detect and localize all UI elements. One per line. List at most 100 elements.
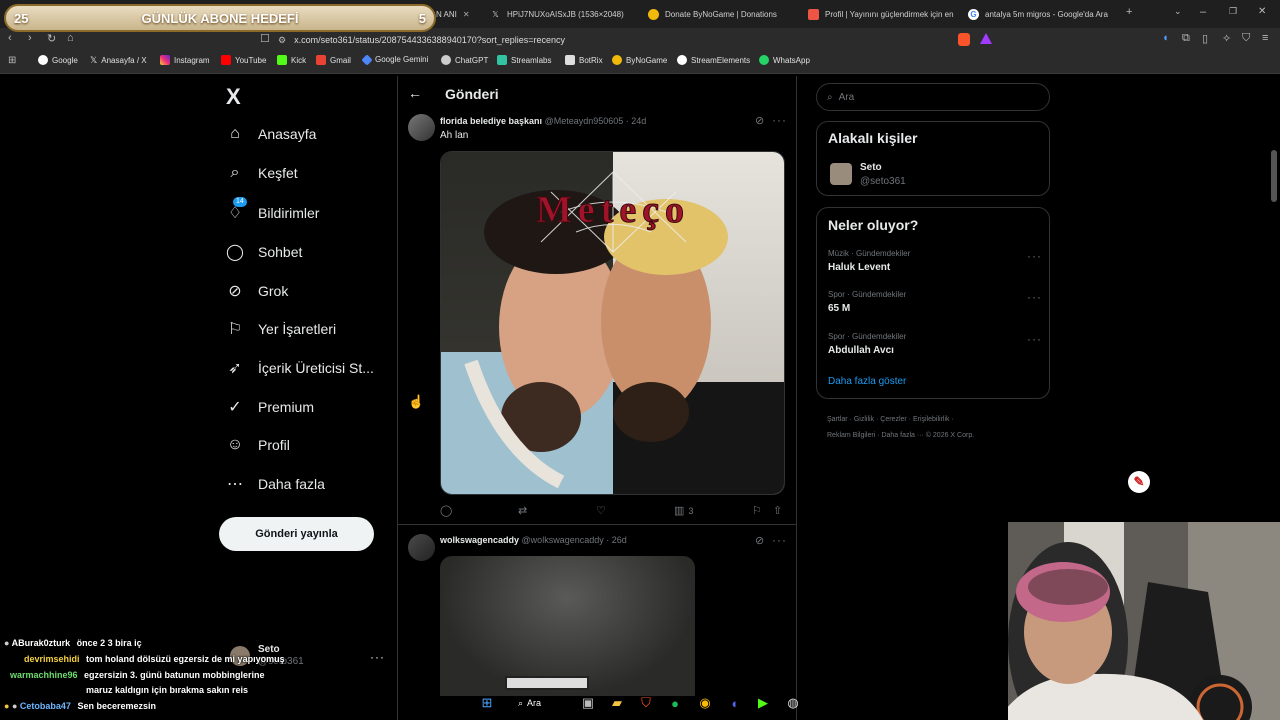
taskbar-search[interactable]: ⌕ Ara xyxy=(518,694,541,712)
sidebar-item-home[interactable]: ⌂ Anasayfa xyxy=(226,125,316,143)
bookmark-botrix[interactable]: BotRix xyxy=(565,55,603,65)
show-more-link[interactable]: Daha fazla göster xyxy=(828,376,906,387)
sidebar-item-profile[interactable]: ☺ Profil xyxy=(226,436,290,454)
chrome-icon[interactable]: ◉ xyxy=(696,694,714,712)
post-author[interactable]: wolkswagencaddy xyxy=(440,535,519,545)
avatar[interactable] xyxy=(408,114,435,141)
bookmark-kick[interactable]: Kick xyxy=(277,55,306,65)
extensions-icon[interactable]: ⧉ xyxy=(1182,32,1190,45)
post-more-icon[interactable]: ··· xyxy=(772,113,787,127)
brave-shield-icon[interactable] xyxy=(958,33,970,46)
bookmark-streamlabs[interactable]: Streamlabs xyxy=(497,55,551,65)
windows-start-icon[interactable]: ⊞ xyxy=(478,694,496,712)
sidebar-item-creator-studio[interactable]: ➶ İçerik Üreticisi St... xyxy=(226,358,374,378)
sidebar-item-explore[interactable]: ⌕ Keşfet xyxy=(226,164,298,182)
forward-icon[interactable]: › xyxy=(28,32,32,44)
new-tab-icon[interactable]: + xyxy=(1126,6,1132,18)
site-info-icon[interactable]: ⚙ xyxy=(278,35,286,46)
tab-active[interactable]: N ANI ✕ xyxy=(436,4,476,24)
share-button[interactable]: ⇧ xyxy=(773,504,782,517)
vpn-icon[interactable]: ⛉ xyxy=(1242,32,1250,45)
apps-grid-icon[interactable]: ⊞ xyxy=(8,55,16,66)
spotify-icon[interactable]: ● xyxy=(666,694,684,712)
trend-item[interactable]: Müzik · Gündemdekiler Haluk Levent xyxy=(828,249,910,273)
bookmark-x[interactable]: 𝕏 Anasayfa / X xyxy=(90,55,147,66)
kick-app-icon[interactable]: ▶ xyxy=(754,694,772,712)
leo-icon[interactable]: ◖ xyxy=(1162,32,1169,44)
post-more-icon[interactable]: ··· xyxy=(772,533,787,547)
trend-item[interactable]: Spor · Gündemdekiler Abdullah Avcı xyxy=(828,332,906,356)
close-icon[interactable]: ✕ xyxy=(463,10,470,19)
grok-explain-icon[interactable]: ⊘ xyxy=(755,534,764,547)
task-view-icon[interactable]: ▣ xyxy=(579,694,597,712)
brave-rewards-icon[interactable] xyxy=(980,33,992,44)
footer-line[interactable]: Şartlar · Gizlilik · Çerezler · Erişileb… xyxy=(827,412,974,428)
account-more-icon[interactable]: ··· xyxy=(370,650,385,664)
like-button[interactable]: ♡ xyxy=(596,504,606,517)
trend-more-icon[interactable]: ··· xyxy=(1027,249,1042,263)
repost-button[interactable]: ⇄ xyxy=(518,504,527,517)
reload-icon[interactable]: ↻ xyxy=(47,32,56,45)
trend-more-icon[interactable]: ··· xyxy=(1027,332,1042,346)
sidebar-item-chat[interactable]: ◯ Sohbet xyxy=(226,242,302,262)
search-input[interactable]: ⌕ Ara xyxy=(816,83,1050,111)
post-button[interactable]: Gönderi yayınla xyxy=(219,517,374,551)
bookmark-gmail[interactable]: Gmail xyxy=(316,55,351,65)
window-close-icon[interactable]: ✕ xyxy=(1258,6,1266,17)
bookmark-streamelements[interactable]: StreamElements xyxy=(677,55,750,65)
discord-icon[interactable]: ◖ xyxy=(725,694,743,712)
tab-profile[interactable]: Profil | Yayınını güçlendirmek için en xyxy=(808,4,956,24)
bookmark-label: BotRix xyxy=(579,55,603,65)
back-icon[interactable]: ‹ xyxy=(8,32,12,44)
sidebar-toggle-icon[interactable]: ▯ xyxy=(1202,32,1208,45)
footer-line[interactable]: Reklam Bilgileri · Daha fazla ··· © 2026… xyxy=(827,428,974,444)
bookmark-google[interactable]: Google xyxy=(38,55,78,65)
post-handle[interactable]: @wolkswagencaddy xyxy=(522,535,604,545)
related-name[interactable]: Seto xyxy=(860,162,882,173)
menu-icon[interactable]: ≡ xyxy=(1262,32,1268,44)
maximize-icon[interactable]: ❐ xyxy=(1229,6,1237,17)
bookmark-bynogame[interactable]: ByNoGame xyxy=(612,55,667,65)
post-author[interactable]: florida belediye başkanı xyxy=(440,116,542,126)
post-time[interactable]: 24d xyxy=(631,116,646,126)
page-scrollbar[interactable] xyxy=(1271,150,1277,202)
tab-google[interactable]: G antalya 5m migros - Google'da Ara xyxy=(968,4,1116,24)
related-handle[interactable]: @seto361 xyxy=(860,176,906,187)
tab-image[interactable]: 𝕏 HPiJ7NUXoAISxJB (1536×2048) xyxy=(490,4,638,24)
file-explorer-icon[interactable]: ▰ xyxy=(608,694,626,712)
sidebar-item-grok[interactable]: ⊘ Grok xyxy=(226,281,288,301)
reply-button[interactable]: ◯ xyxy=(440,504,452,517)
bookmark-whatsapp[interactable]: WhatsApp xyxy=(759,55,810,65)
bookmark-chatgpt[interactable]: ChatGPT xyxy=(441,55,488,65)
home-page-icon[interactable]: ⌂ xyxy=(67,32,74,44)
sidebar-item-notifications[interactable]: ♢ 14 Bildirimler xyxy=(226,197,319,223)
x-logo[interactable]: X xyxy=(226,84,241,110)
tab-list-icon[interactable]: ⌄ xyxy=(1174,6,1182,17)
bookmark-gemini[interactable]: Google Gemini xyxy=(361,53,428,66)
bookmark-page-icon[interactable]: ☐ xyxy=(260,32,270,45)
avatar[interactable] xyxy=(830,163,852,185)
minimize-icon[interactable]: – xyxy=(1200,6,1206,18)
trend-more-icon[interactable]: ··· xyxy=(1027,290,1042,304)
bookmark-instagram[interactable]: Instagram xyxy=(160,55,210,65)
bookmark-youtube[interactable]: YouTube xyxy=(221,55,266,65)
card-title: Alakalı kişiler xyxy=(828,130,918,146)
post-handle[interactable]: @Meteaydn950605 xyxy=(545,116,624,126)
views-button[interactable]: ▥ 3 xyxy=(674,504,693,517)
bookmark-post-button[interactable]: ⚐ xyxy=(752,504,762,517)
url-field[interactable]: ⚙ x.com/seto361/status/20875443363889401… xyxy=(278,31,1000,49)
avatar[interactable] xyxy=(408,534,435,561)
ai-icon[interactable]: ✧ xyxy=(1222,32,1231,45)
sidebar-item-bookmarks[interactable]: ⚐ Yer İşaretleri xyxy=(226,319,336,339)
back-arrow-icon[interactable]: ← xyxy=(408,85,422,101)
post-image[interactable]: Meteço xyxy=(440,151,785,495)
trend-item[interactable]: Spor · Gündemdekiler 65 M xyxy=(828,290,906,314)
sidebar-item-more[interactable]: ⋯ Daha fazla xyxy=(226,474,325,494)
grok-explain-icon[interactable]: ⊘ xyxy=(755,114,764,127)
tab-donate[interactable]: Donate ByNoGame | Donations xyxy=(648,4,796,24)
obs-icon[interactable]: ◍ xyxy=(784,694,802,712)
post-time[interactable]: 26d xyxy=(612,535,627,545)
sidebar-item-premium[interactable]: ✓ Premium xyxy=(226,397,314,417)
post-image[interactable] xyxy=(440,556,695,696)
brave-browser-icon[interactable]: ⛉ xyxy=(637,694,655,712)
